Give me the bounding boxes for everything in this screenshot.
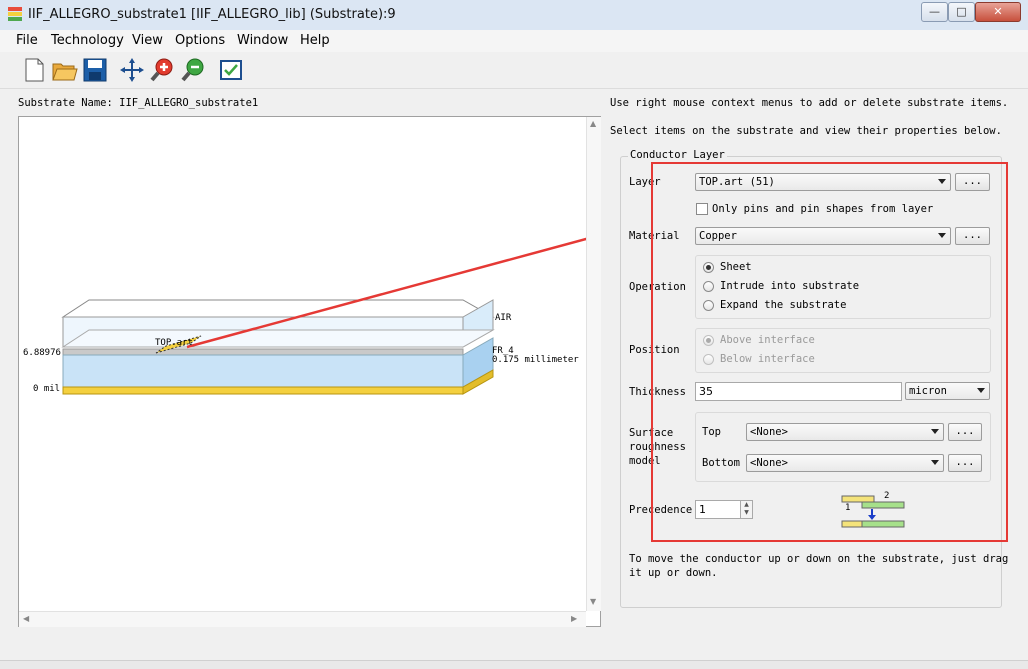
level-top-label: 6.88976 bbox=[23, 348, 61, 358]
menu-help[interactable]: Help bbox=[300, 33, 330, 48]
pan-icon[interactable] bbox=[118, 56, 146, 84]
menu-window[interactable]: Window bbox=[237, 33, 288, 48]
substrate-name: Substrate Name: IIF_ALLEGRO_substrate1 bbox=[18, 97, 259, 109]
horizontal-scrollbar[interactable]: ◀ ▶ bbox=[19, 611, 586, 627]
annotation-highlight-box bbox=[651, 162, 1008, 542]
vertical-scrollbar[interactable]: ▲ ▼ bbox=[586, 117, 601, 611]
fr4-layer bbox=[62, 354, 464, 388]
menu-options[interactable]: Options bbox=[175, 33, 225, 48]
top-art-label: TOP.art bbox=[155, 338, 193, 348]
footer-hint-line-1: To move the conductor up or down on the … bbox=[629, 553, 1009, 565]
app-icon bbox=[8, 7, 22, 21]
maximize-button[interactable]: □ bbox=[948, 2, 975, 22]
check-icon[interactable] bbox=[217, 56, 245, 84]
footer-hint-line-2: it up or down. bbox=[629, 567, 718, 579]
air-top-face bbox=[61, 299, 495, 318]
conductor-plane bbox=[62, 348, 464, 356]
fr4-thickness-label: 0.175 millimeter bbox=[492, 355, 579, 365]
menu-view[interactable]: View bbox=[132, 33, 163, 48]
conductor-layer-title: Conductor Layer bbox=[628, 149, 727, 161]
new-file-icon[interactable] bbox=[20, 56, 48, 84]
menu-file[interactable]: File bbox=[16, 33, 38, 48]
menu-bar: File Technology View Options Window Help bbox=[0, 30, 1028, 52]
bottom-conductor bbox=[62, 386, 464, 395]
window-title: IIF_ALLEGRO_substrate1 [IIF_ALLEGRO_lib]… bbox=[28, 7, 396, 22]
level-bottom-label: 0 mil bbox=[33, 384, 61, 394]
zoom-out-icon[interactable] bbox=[180, 56, 208, 84]
save-icon[interactable] bbox=[81, 56, 109, 84]
title-bar: IIF_ALLEGRO_substrate1 [IIF_ALLEGRO_lib]… bbox=[0, 0, 1028, 31]
zoom-in-icon[interactable] bbox=[149, 56, 177, 84]
hint-select: Select items on the substrate and view t… bbox=[610, 125, 1002, 137]
open-folder-icon[interactable] bbox=[50, 56, 78, 84]
air-label: AIR bbox=[495, 313, 512, 323]
toolbar bbox=[0, 52, 1028, 89]
substrate-canvas[interactable]: TOP.art AIR FR_4 0.175 millimeter 6.8897… bbox=[18, 116, 601, 627]
minimize-button[interactable]: — bbox=[921, 2, 948, 22]
menu-technology[interactable]: Technology bbox=[51, 33, 124, 48]
hint-add-delete: Use right mouse context menus to add or … bbox=[610, 97, 1009, 109]
close-button[interactable]: ✕ bbox=[975, 2, 1021, 22]
